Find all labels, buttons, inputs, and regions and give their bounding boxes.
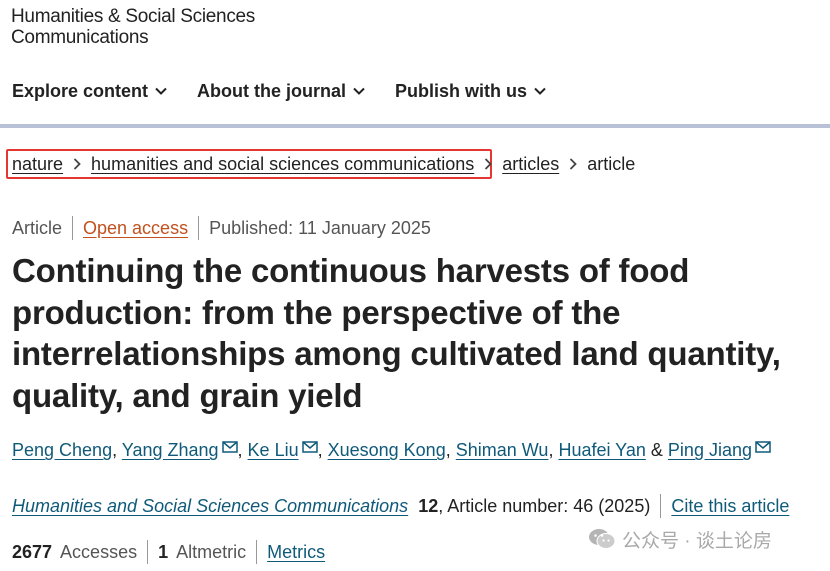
email-icon[interactable]	[221, 441, 238, 453]
breadcrumb: nature humanities and social sciences co…	[12, 152, 635, 176]
published-date: Published: 11 January 2025	[209, 217, 431, 238]
cite-this-article-link[interactable]: Cite this article	[671, 496, 789, 517]
journal-logo[interactable]: Humanities & Social Sciences Communicati…	[11, 6, 255, 48]
metrics-link[interactable]: Metrics	[267, 542, 325, 563]
breadcrumb-current: article	[587, 153, 636, 174]
author-link[interactable]: Peng Cheng	[12, 440, 112, 460]
author-list: Peng Cheng, Yang Zhang, Ke Liu, Xuesong …	[12, 440, 771, 461]
journal-link[interactable]: Humanities and Social Sciences Communica…	[12, 496, 408, 517]
accesses-count: 2677	[12, 541, 53, 562]
chevron-down-icon	[155, 87, 167, 95]
author-link[interactable]: Ping Jiang	[668, 440, 752, 460]
author-link[interactable]: Xuesong Kong	[328, 440, 446, 460]
article-type: Article	[12, 217, 63, 238]
open-access-link[interactable]: Open access	[83, 218, 188, 239]
author-link[interactable]: Ke Liu	[248, 440, 299, 460]
chevron-down-icon	[353, 87, 365, 95]
author-link[interactable]: Huafei Yan	[558, 440, 645, 460]
nav-item-label: Publish with us	[395, 80, 528, 101]
watermark-text: 公众号 · 谈土论房	[622, 530, 772, 552]
citation-divider	[660, 494, 662, 518]
breadcrumb-articles[interactable]: articles	[502, 154, 559, 175]
chevron-right-icon	[484, 158, 493, 170]
wechat-icon	[589, 529, 616, 549]
altmetric-label: Altmetric	[176, 541, 247, 562]
breadcrumb-nature[interactable]: nature	[12, 154, 63, 175]
nav-publish-with-us[interactable]: Publish with us	[395, 81, 546, 102]
altmetric-count: 1	[158, 541, 169, 562]
nav-about-the-journal[interactable]: About the journal	[197, 81, 365, 102]
article-number: , Article number: 46 (2025)	[438, 495, 651, 516]
chevron-down-icon	[534, 87, 546, 95]
meta-divider	[72, 216, 74, 240]
article-metrics: 2677 Accesses 1 Altmetric Metrics	[12, 540, 325, 564]
citation-line: Humanities and Social Sciences Communica…	[12, 494, 789, 518]
email-icon[interactable]	[301, 441, 318, 453]
nav-divider	[0, 124, 830, 128]
chevron-right-icon	[73, 158, 81, 170]
accesses-label: Accesses	[60, 541, 138, 562]
article-meta: Article Open access Published: 11 Januar…	[12, 216, 431, 240]
nav-explore-content[interactable]: Explore content	[12, 81, 167, 102]
chevron-right-icon	[569, 158, 578, 170]
main-nav: Explore content About the journal Publis…	[12, 78, 576, 104]
author-link[interactable]: Yang Zhang	[122, 440, 219, 460]
metrics-divider	[147, 540, 149, 564]
breadcrumb-journal[interactable]: humanities and social sciences communica…	[91, 154, 474, 175]
nav-item-label: About the journal	[197, 80, 347, 101]
metrics-divider	[256, 540, 258, 564]
author-link[interactable]: Shiman Wu	[456, 440, 549, 460]
meta-divider	[198, 216, 200, 240]
email-icon[interactable]	[755, 441, 771, 453]
logo-line-2: Communications	[11, 27, 149, 48]
wechat-watermark: 公众号 · 谈土论房	[588, 526, 772, 552]
nav-item-label: Explore content	[12, 80, 149, 101]
article-title: Continuing the continuous harvests of fo…	[12, 252, 781, 414]
logo-line-1: Humanities & Social Sciences	[11, 6, 255, 27]
volume-number: 12	[418, 495, 439, 516]
author-conjunction: &	[650, 440, 663, 460]
